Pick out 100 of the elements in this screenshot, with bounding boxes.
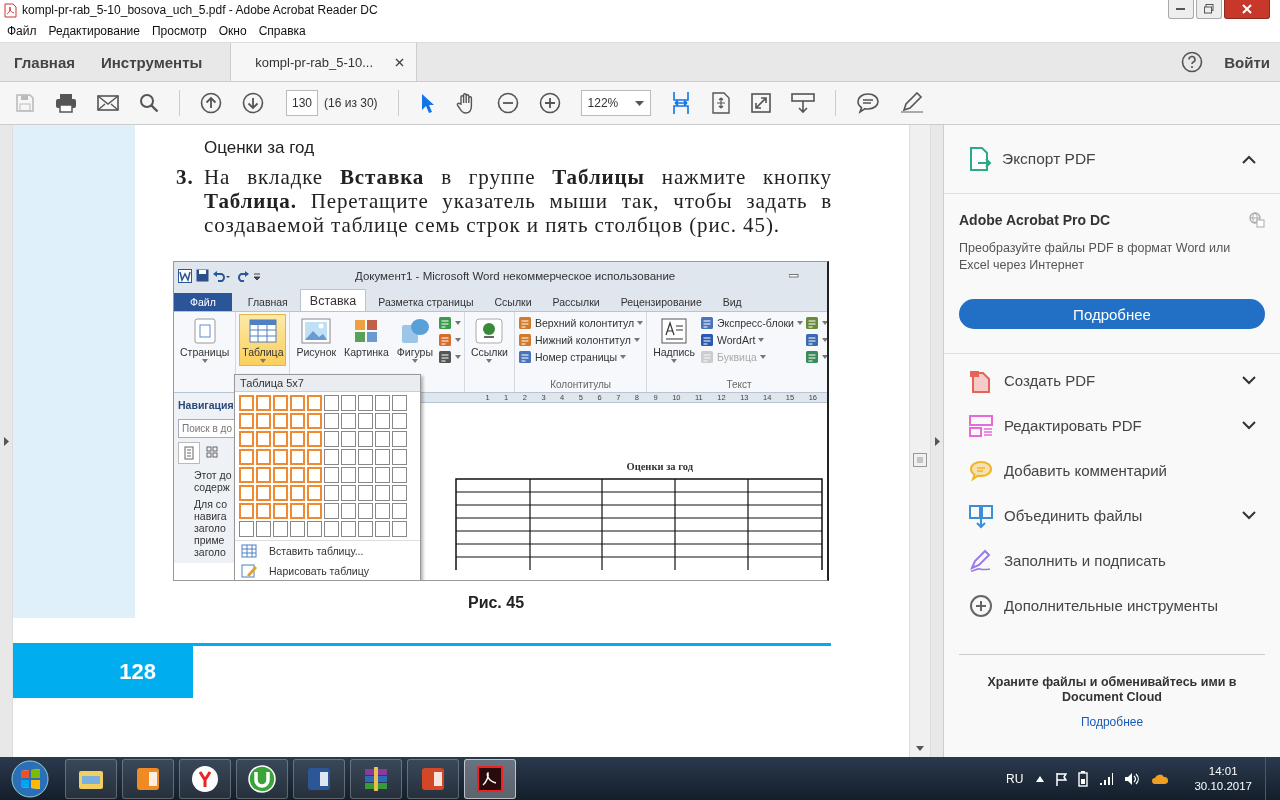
grid-cell[interactable] (239, 467, 254, 483)
grid-cell[interactable] (273, 413, 288, 429)
download-tray-icon[interactable] (790, 92, 815, 114)
scroll-down-icon[interactable] (916, 746, 924, 751)
grid-cell[interactable] (341, 503, 356, 519)
menu-item[interactable]: Окно (218, 24, 247, 38)
chevron-icon[interactable] (1242, 511, 1256, 520)
ribbon-tab[interactable]: Рассылки (543, 293, 609, 311)
language-indicator[interactable]: RU (1006, 771, 1024, 786)
taskbar-app[interactable] (236, 758, 288, 799)
chevron-icon[interactable] (1242, 154, 1256, 164)
dropdown-menu-item[interactable]: Вставить таблицу... (235, 541, 420, 561)
tool-item[interactable]: Заполнить и подписать (944, 538, 1280, 583)
clock-date[interactable]: 30.10.2017 (1194, 778, 1252, 794)
flag-icon[interactable] (1055, 771, 1068, 786)
grid-cell[interactable] (375, 431, 390, 447)
grid-cell[interactable] (307, 449, 322, 465)
page-arrows-icon[interactable] (710, 92, 731, 114)
grid-cell[interactable] (307, 431, 322, 447)
save-icon[interactable] (15, 93, 35, 113)
grid-cell[interactable] (239, 521, 254, 537)
ribbon-tab[interactable]: Вид (713, 293, 751, 311)
grid-cell[interactable] (290, 467, 305, 483)
tool-item[interactable]: Дополнительные инструменты (944, 583, 1280, 628)
ribbon-menu-button[interactable]: Нижний колонтитул (517, 333, 644, 347)
grid-cell[interactable] (239, 503, 254, 519)
ribbon-button[interactable]: Ссылки (468, 314, 511, 366)
grid-cell[interactable] (392, 485, 407, 501)
grid-cell[interactable] (290, 395, 305, 411)
grid-cell[interactable] (375, 395, 390, 411)
start-button[interactable] (10, 758, 50, 799)
ribbon-menu-button[interactable]: Экспресс-блоки (700, 316, 803, 330)
print-icon[interactable] (55, 93, 77, 113)
page-number-field[interactable]: 130 (286, 90, 319, 116)
grid-cell[interactable] (273, 503, 288, 519)
speaker-icon[interactable] (1124, 771, 1141, 786)
chevron-icon[interactable] (1242, 421, 1256, 430)
grid-cell[interactable] (307, 413, 322, 429)
grid-cell[interactable] (239, 485, 254, 501)
grid-cell[interactable] (341, 395, 356, 411)
tray-arrow-icon[interactable] (1036, 775, 1045, 782)
arrow-down-icon[interactable] (242, 92, 264, 114)
tool-item[interactable]: Создать PDF (944, 358, 1280, 403)
taskbar-app[interactable] (407, 758, 459, 799)
grid-cell[interactable] (307, 503, 322, 519)
grid-cell[interactable] (256, 395, 271, 411)
help-icon[interactable] (1181, 51, 1204, 73)
taskbar-app[interactable] (464, 758, 516, 799)
grid-cell[interactable] (324, 503, 339, 519)
grid-cell[interactable] (392, 449, 407, 465)
nav-tab[interactable]: Инструменты (89, 43, 217, 81)
file-menu-button[interactable]: Файл (174, 293, 232, 311)
grid-cell[interactable] (324, 521, 339, 537)
zoom-dropdown[interactable]: 122% (580, 90, 651, 116)
grid-cell[interactable] (358, 467, 373, 483)
grid-cell[interactable] (273, 395, 288, 411)
grid-cell[interactable] (324, 413, 339, 429)
ribbon-button[interactable]: Надпись (650, 314, 698, 366)
grid-cell[interactable] (273, 431, 288, 447)
ribbon-icon-button[interactable] (804, 333, 827, 347)
battery-icon[interactable] (1078, 770, 1089, 787)
document-tab[interactable]: kompl-pr-rab_5-10... (230, 43, 418, 81)
grid-cell[interactable] (358, 503, 373, 519)
grid-cell[interactable] (290, 521, 305, 537)
grid-cell[interactable] (358, 449, 373, 465)
grid-cell[interactable] (256, 485, 271, 501)
taskbar-app[interactable] (65, 758, 117, 799)
menu-item[interactable]: Файл (7, 24, 37, 38)
grid-cell[interactable] (375, 413, 390, 429)
ribbon-button[interactable]: Картинка (341, 314, 392, 361)
grid-cell[interactable] (375, 503, 390, 519)
grid-cell[interactable] (256, 431, 271, 447)
grid-cell[interactable] (341, 449, 356, 465)
grid-cell[interactable] (358, 521, 373, 537)
grid-cell[interactable] (324, 485, 339, 501)
ribbon-icon-button[interactable] (804, 350, 827, 364)
tool-item[interactable]: Объединить файлы (944, 493, 1280, 538)
menu-item[interactable]: Просмотр (151, 24, 207, 38)
pen-icon[interactable] (899, 92, 924, 114)
learn-more-link[interactable]: Подробнее (1080, 715, 1144, 729)
ribbon-icon-button[interactable] (438, 350, 461, 364)
grid-cell[interactable] (341, 485, 356, 501)
fit-width-icon[interactable] (670, 91, 691, 115)
ribbon-menu-button[interactable]: Номер страницы (517, 350, 644, 364)
grid-cell[interactable] (324, 449, 339, 465)
minimize-button[interactable] (1168, 0, 1194, 19)
fullscreen-icon[interactable] (750, 93, 771, 113)
ribbon-menu-button[interactable]: Верхний колонтитул (517, 316, 644, 330)
dropdown-menu-item[interactable]: Нарисовать таблицу (235, 561, 420, 580)
grid-cell[interactable] (290, 503, 305, 519)
grid-cell[interactable] (290, 485, 305, 501)
grid-cell[interactable] (307, 521, 322, 537)
learn-more-button[interactable]: Подробнее (959, 299, 1265, 329)
tool-item[interactable]: Редактировать PDF (944, 403, 1280, 448)
grid-cell[interactable] (239, 449, 254, 465)
expand-arrow-icon[interactable] (3, 436, 9, 446)
grid-cell[interactable] (375, 485, 390, 501)
tool-item[interactable]: Добавить комментарий (944, 448, 1280, 493)
grid-cell[interactable] (307, 395, 322, 411)
taskbar-app[interactable] (293, 758, 345, 799)
